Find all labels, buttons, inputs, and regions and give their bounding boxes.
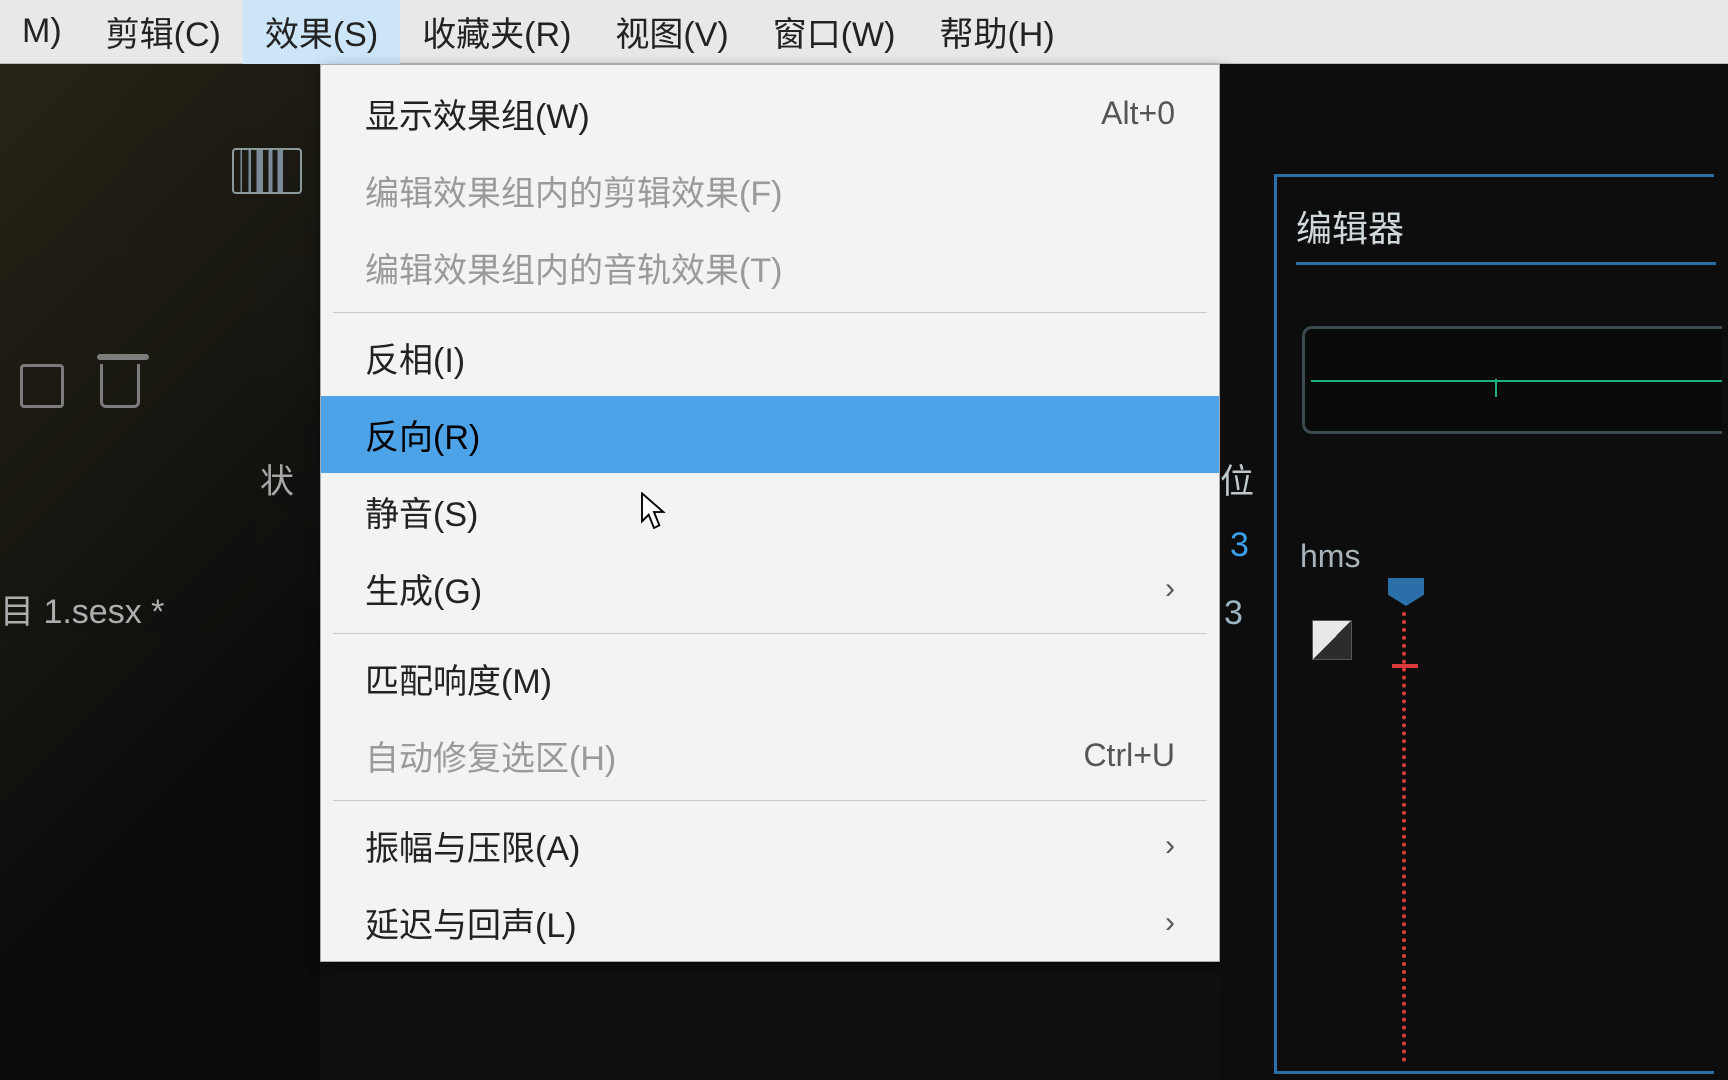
dd-label: 编辑效果组内的剪辑效果(F)	[365, 166, 782, 215]
dd-shortcut: Ctrl+U	[1083, 737, 1175, 774]
chevron-right-icon: ›	[1145, 906, 1175, 940]
dd-silence[interactable]: 静音(S)	[321, 473, 1219, 550]
dd-label: 显示效果组(W)	[365, 89, 590, 138]
dd-label: 振幅与压限(A)	[365, 821, 580, 870]
time-unit-label: hms	[1300, 538, 1360, 575]
dd-invert[interactable]: 反相(I)	[321, 319, 1219, 396]
dd-show-effects-group[interactable]: 显示效果组(W) Alt+0	[321, 75, 1219, 152]
dd-label: 生成(G)	[365, 564, 482, 613]
dd-edit-track-effects: 编辑效果组内的音轨效果(T)	[321, 229, 1219, 306]
waveform-midline	[1311, 380, 1722, 382]
dd-label: 延迟与回声(L)	[365, 898, 577, 947]
waveform-icon[interactable]	[232, 148, 302, 194]
file-label: 目 1.sesx *	[0, 584, 164, 633]
playhead-line	[1402, 612, 1408, 1062]
chevron-right-icon: ›	[1145, 572, 1175, 606]
menu-item-view[interactable]: 视图(V)	[593, 0, 750, 68]
triangle-icon[interactable]	[1312, 620, 1352, 660]
dd-generate[interactable]: 生成(G) ›	[321, 550, 1219, 627]
adjust-icon[interactable]	[20, 364, 64, 408]
dd-separator	[333, 800, 1207, 801]
dd-match-loudness[interactable]: 匹配响度(M)	[321, 640, 1219, 717]
dd-amplitude-compression[interactable]: 振幅与压限(A) ›	[321, 807, 1219, 884]
left-background: 状 目 1.sesx *	[0, 64, 320, 1080]
waveform-overview[interactable]	[1302, 326, 1722, 434]
menu-item-window[interactable]: 窗口(W)	[751, 0, 918, 68]
chevron-right-icon: ›	[1145, 829, 1175, 863]
menu-item-help[interactable]: 帮助(H)	[917, 0, 1076, 68]
menu-item-favorites[interactable]: 收藏夹(R)	[400, 0, 593, 68]
editor-title: 编辑器	[1296, 200, 1404, 252]
dd-label: 自动修复选区(H)	[365, 731, 616, 780]
dd-shortcut: Alt+0	[1101, 95, 1175, 132]
trash-icon[interactable]	[100, 364, 140, 408]
dd-label: 编辑效果组内的音轨效果(T)	[365, 243, 782, 292]
dd-auto-heal: 自动修复选区(H) Ctrl+U	[321, 717, 1219, 794]
waveform-tick	[1495, 379, 1497, 397]
content-area: 状 目 1.sesx * 显示效果组(W) Alt+0 编辑效果组内的剪辑效果(…	[0, 64, 1728, 1080]
editor-title-underline	[1296, 262, 1716, 265]
status-label: 状	[260, 454, 294, 503]
dd-reverse[interactable]: 反向(R)	[321, 396, 1219, 473]
menu-item-effects[interactable]: 效果(S)	[243, 0, 400, 68]
value-1: 3	[1230, 526, 1249, 565]
editor-panel: 编辑器 位 3 hms 3	[1220, 64, 1728, 1080]
dd-label: 匹配响度(M)	[365, 654, 552, 703]
dd-delay-echo[interactable]: 延迟与回声(L) ›	[321, 884, 1219, 961]
menu-item-clip[interactable]: 剪辑(C)	[84, 0, 243, 68]
ruler-tick	[1392, 664, 1418, 668]
dd-separator	[333, 312, 1207, 313]
dd-label: 反相(I)	[365, 333, 465, 382]
unit-label: 位	[1220, 454, 1254, 503]
dd-label: 反向(R)	[365, 410, 480, 459]
menu-item-partial[interactable]: M)	[0, 0, 84, 63]
dd-separator	[333, 633, 1207, 634]
value-2: 3	[1224, 594, 1243, 633]
dd-label: 静音(S)	[365, 487, 478, 536]
menubar: M) 剪辑(C) 效果(S) 收藏夹(R) 视图(V) 窗口(W) 帮助(H)	[0, 0, 1728, 64]
effects-dropdown: 显示效果组(W) Alt+0 编辑效果组内的剪辑效果(F) 编辑效果组内的音轨效…	[320, 64, 1220, 962]
dd-edit-clip-effects: 编辑效果组内的剪辑效果(F)	[321, 152, 1219, 229]
